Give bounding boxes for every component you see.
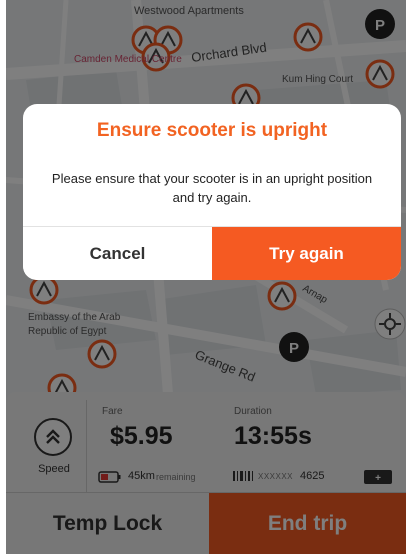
upright-dialog: Ensure scooter is upright Please ensure …: [23, 104, 401, 280]
cancel-button[interactable]: Cancel: [23, 227, 212, 280]
try-again-button[interactable]: Try again: [212, 227, 401, 280]
dialog-message: Please ensure that your scooter is in an…: [51, 171, 373, 205]
app-frame: P P Westwood Apartments Camden Medical C…: [6, 0, 406, 554]
dialog-title: Ensure scooter is upright: [96, 120, 328, 141]
